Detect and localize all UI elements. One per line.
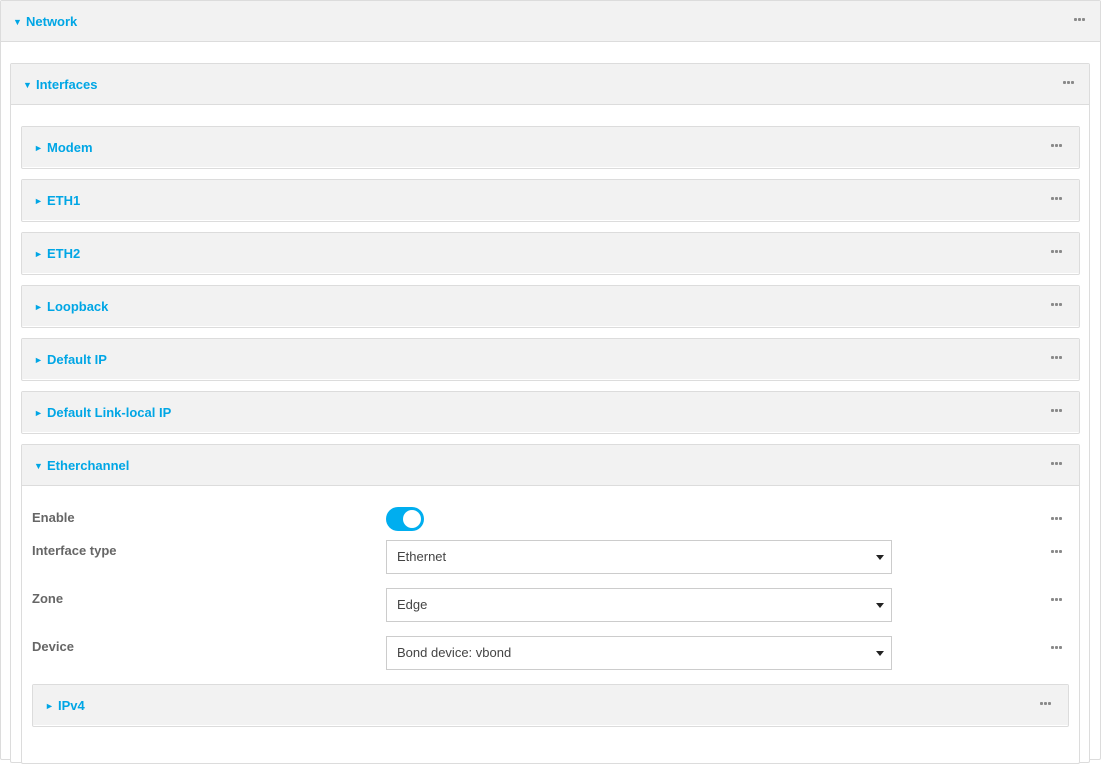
etherchannel-title[interactable]: ▼ Etherchannel xyxy=(34,445,129,486)
toggle-knob xyxy=(403,510,421,528)
interface-item-modem[interactable]: ► Modem xyxy=(21,126,1080,169)
etherchannel-more-icon[interactable] xyxy=(1051,462,1063,466)
device-value: Bond device: vbond xyxy=(397,645,512,660)
caret-down-icon xyxy=(876,603,884,608)
interfaces-more-icon[interactable] xyxy=(1063,81,1075,85)
network-title[interactable]: ▼ Network xyxy=(13,1,77,42)
ipv4-panel[interactable]: ► IPv4 xyxy=(32,684,1069,727)
zone-more-icon[interactable] xyxy=(1051,598,1063,602)
expand-arrow-icon: ▼ xyxy=(34,461,43,471)
zone-label: Zone xyxy=(32,591,64,606)
default-ip-more-icon[interactable] xyxy=(1051,356,1063,360)
etherchannel-header[interactable]: ▼ Etherchannel xyxy=(22,445,1079,486)
enable-more-icon[interactable] xyxy=(1051,517,1063,521)
interface-item-label: Modem xyxy=(47,140,93,155)
modem-more-icon[interactable] xyxy=(1051,144,1063,148)
enable-toggle[interactable] xyxy=(386,507,424,531)
interface-item-label: Loopback xyxy=(47,299,109,314)
device-label: Device xyxy=(32,639,74,654)
collapsed-arrow-icon: ► xyxy=(34,249,43,259)
interface-item-loopback[interactable]: ► Loopback xyxy=(21,285,1080,328)
interface-type-value: Ethernet xyxy=(397,549,447,564)
caret-down-icon xyxy=(876,651,884,656)
ipv4-title: IPv4 xyxy=(58,698,85,713)
interface-item-label: Default Link-local IP xyxy=(47,405,172,420)
zone-select[interactable]: Edge xyxy=(386,588,892,622)
interface-item-eth2[interactable]: ► ETH2 xyxy=(21,232,1080,275)
interface-item-default-ip[interactable]: ► Default IP xyxy=(21,338,1080,381)
interface-item-default-link-local-ip[interactable]: ► Default Link-local IP xyxy=(21,391,1080,434)
interface-item-label: Default IP xyxy=(47,352,107,367)
eth1-more-icon[interactable] xyxy=(1051,197,1063,201)
interface-type-select[interactable]: Ethernet xyxy=(386,540,892,574)
ipv4-more-icon[interactable] xyxy=(1040,702,1052,706)
interface-item-label: ETH2 xyxy=(47,246,81,261)
collapsed-arrow-icon: ► xyxy=(34,143,43,153)
interfaces-header[interactable]: ▼ Interfaces xyxy=(11,64,1089,105)
collapsed-arrow-icon: ► xyxy=(34,302,43,312)
collapsed-arrow-icon: ► xyxy=(34,355,43,365)
collapsed-arrow-icon: ► xyxy=(34,408,43,418)
loopback-more-icon[interactable] xyxy=(1051,303,1063,307)
default-link-local-ip-more-icon[interactable] xyxy=(1051,409,1063,413)
interfaces-title[interactable]: ▼ Interfaces xyxy=(23,64,97,105)
expand-arrow-icon: ▼ xyxy=(23,80,32,90)
caret-down-icon xyxy=(876,555,884,560)
interface-type-label: Interface type xyxy=(32,543,117,558)
network-header[interactable]: ▼ Network xyxy=(1,1,1100,42)
interface-item-eth1[interactable]: ► ETH1 xyxy=(21,179,1080,222)
interface-type-more-icon[interactable] xyxy=(1051,550,1063,554)
expand-arrow-icon: ▼ xyxy=(13,17,22,27)
zone-value: Edge xyxy=(397,597,428,612)
network-more-icon[interactable] xyxy=(1074,18,1086,22)
interface-item-label: ETH1 xyxy=(47,193,81,208)
collapsed-arrow-icon: ► xyxy=(45,701,54,711)
eth2-more-icon[interactable] xyxy=(1051,250,1063,254)
device-more-icon[interactable] xyxy=(1051,646,1063,650)
device-select[interactable]: Bond device: vbond xyxy=(386,636,892,670)
collapsed-arrow-icon: ► xyxy=(34,196,43,206)
enable-label: Enable xyxy=(32,510,75,525)
